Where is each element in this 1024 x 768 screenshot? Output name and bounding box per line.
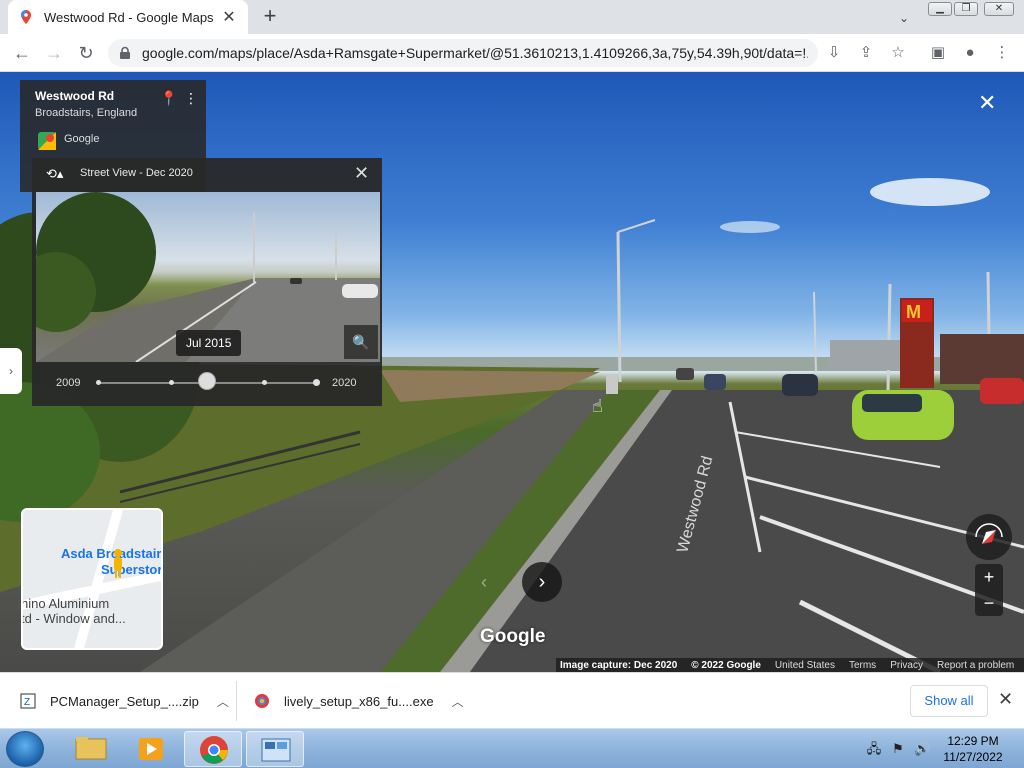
close-tab-icon[interactable]: ✕ — [220, 7, 238, 27]
profile-avatar-icon[interactable]: ● — [958, 41, 982, 65]
history-icon[interactable]: ⟲▴ — [46, 166, 63, 182]
copyright: © 2022 Google — [691, 659, 761, 671]
close-street-view-icon[interactable]: ✕ — [978, 90, 996, 116]
svg-text:M: M — [906, 302, 921, 322]
place-subtitle: Broadstairs, England — [35, 107, 138, 119]
browser-toolbar: ← → ↻ google.com/maps/place/Asda+Ramsgat… — [0, 34, 1024, 72]
volume-icon[interactable]: 🔊 — [914, 741, 930, 757]
minimap-label-window: td - Window and... — [21, 611, 126, 626]
action-center-icon[interactable]: ⚑ — [890, 741, 906, 757]
image-capture-date: Image capture: Dec 2020 — [560, 659, 678, 671]
media-player-taskbar-button[interactable] — [122, 731, 180, 767]
side-panel-icon[interactable]: ▣ — [926, 41, 950, 65]
close-download-shelf-icon[interactable]: ✕ — [998, 689, 1013, 710]
hand-cursor-icon: ☝ — [592, 396, 603, 416]
forward-navigation-arrow-icon[interactable]: › — [522, 562, 562, 602]
minimap[interactable]: Asda Broadstair Superstor hino Aluminium… — [21, 508, 163, 650]
compass-icon[interactable] — [966, 514, 1012, 560]
google-maps-icon — [21, 10, 31, 24]
windows-taskbar: 🖧 ⚑ 🔊 12:29 PM 11/27/2022 — [0, 728, 1024, 768]
download-filename: PCManager_Setup_....zip — [50, 693, 199, 709]
zoom-in-button[interactable]: + — [975, 564, 1003, 590]
expand-panel-tab[interactable]: › — [0, 348, 22, 394]
tab-google-maps[interactable]: Westwood Rd - Google Maps ✕ — [8, 0, 248, 34]
timeline-point[interactable] — [169, 380, 174, 385]
timeline-point[interactable] — [313, 379, 320, 386]
report-problem-link[interactable]: Report a problem — [937, 660, 1014, 671]
timeline-slider-thumb[interactable] — [198, 372, 216, 390]
chevron-up-icon[interactable]: ︿ — [452, 693, 464, 710]
zoom-out-button[interactable]: − — [975, 590, 1003, 616]
browser-menu-icon[interactable]: ⋮ — [990, 41, 1014, 65]
download-item[interactable]: Z PCManager_Setup_....zip ︿ — [20, 673, 229, 729]
country-link[interactable]: United States — [775, 660, 835, 671]
reload-icon[interactable]: ↻ — [74, 41, 98, 65]
selected-date-tooltip: Jul 2015 — [176, 330, 242, 356]
timeline-point[interactable] — [262, 380, 267, 385]
file-explorer-taskbar-button[interactable] — [62, 731, 120, 767]
timeline-end-year: 2020 — [332, 377, 357, 389]
show-all-downloads-button[interactable]: Show all — [910, 685, 988, 717]
install-app-icon[interactable]: ⇩ — [822, 41, 846, 65]
minimize-button[interactable]: ▁ — [928, 2, 952, 16]
bookmark-star-icon[interactable]: ☆ — [886, 41, 910, 65]
google-maps-logo-icon — [38, 132, 56, 150]
privacy-link[interactable]: Privacy — [890, 660, 923, 671]
map-footer: Image capture: Dec 2020 © 2022 Google Un… — [556, 658, 1024, 672]
close-time-machine-icon[interactable]: ✕ — [354, 163, 369, 184]
time-machine-header: Street View - Dec 2020 — [80, 167, 193, 179]
more-options-icon[interactable]: ⋮ — [184, 90, 198, 107]
place-name: Westwood Rd — [35, 89, 115, 103]
download-item[interactable]: lively_setup_x86_fu....exe ︿ — [254, 673, 464, 729]
zoom-preview-icon[interactable]: 🔍 — [344, 325, 378, 359]
exe-file-icon — [255, 694, 269, 708]
imagery-source: Google — [64, 133, 100, 145]
clock-date: 11/27/2022 — [943, 750, 1003, 764]
tab-strip: Westwood Rd - Google Maps ✕ + ⌄ ▁ ❐ ✕ — [0, 0, 1024, 34]
divider — [236, 681, 237, 721]
clock-time: 12:29 PM — [947, 734, 999, 748]
network-icon[interactable]: 🖧 — [866, 741, 882, 757]
pegman-icon[interactable] — [111, 548, 125, 578]
back-arrow-icon[interactable]: ← — [10, 41, 34, 65]
map-pin-icon[interactable]: 📍 — [160, 90, 177, 107]
lock-icon — [120, 46, 130, 59]
street-view-canvas[interactable]: M Westwood Rd Westwood Rd Broadstairs, E… — [0, 72, 1024, 672]
zip-file-icon: Z — [20, 693, 36, 709]
timeline-point[interactable] — [96, 380, 101, 385]
tab-search-chevron-icon[interactable]: ⌄ — [894, 8, 914, 28]
google-watermark: Google — [480, 626, 546, 647]
share-icon[interactable]: ⇪ — [854, 41, 878, 65]
close-window-button[interactable]: ✕ — [984, 2, 1014, 16]
download-filename: lively_setup_x86_fu....exe — [284, 693, 434, 709]
new-tab-button[interactable]: + — [258, 4, 282, 28]
back-navigation-arrow-icon[interactable]: ‹ — [470, 568, 498, 596]
chevron-up-icon[interactable]: ︿ — [217, 693, 229, 710]
address-bar[interactable]: google.com/maps/place/Asda+Ramsgate+Supe… — [108, 39, 818, 67]
forward-arrow-icon[interactable]: → — [42, 41, 66, 65]
tab-title: Westwood Rd - Google Maps — [44, 9, 214, 25]
time-machine-panel: ⟲▴ Street View - Dec 2020 ✕ Jul 2015 🔍 2… — [32, 158, 382, 406]
download-shelf: Z PCManager_Setup_....zip ︿ lively_setup… — [0, 672, 1024, 728]
timeline-start-year: 2009 — [56, 377, 81, 389]
chrome-taskbar-button[interactable] — [184, 731, 242, 767]
start-button[interactable] — [6, 731, 44, 767]
svg-text:Z: Z — [24, 697, 30, 708]
restore-button[interactable]: ❐ — [954, 2, 978, 16]
minimap-label-aluminium: hino Aluminium — [21, 596, 110, 611]
control-panel-taskbar-button[interactable] — [246, 731, 304, 767]
system-clock[interactable]: 12:29 PM 11/27/2022 — [934, 733, 1012, 765]
url-text: google.com/maps/place/Asda+Ramsgate+Supe… — [142, 45, 808, 61]
terms-link[interactable]: Terms — [849, 660, 876, 671]
